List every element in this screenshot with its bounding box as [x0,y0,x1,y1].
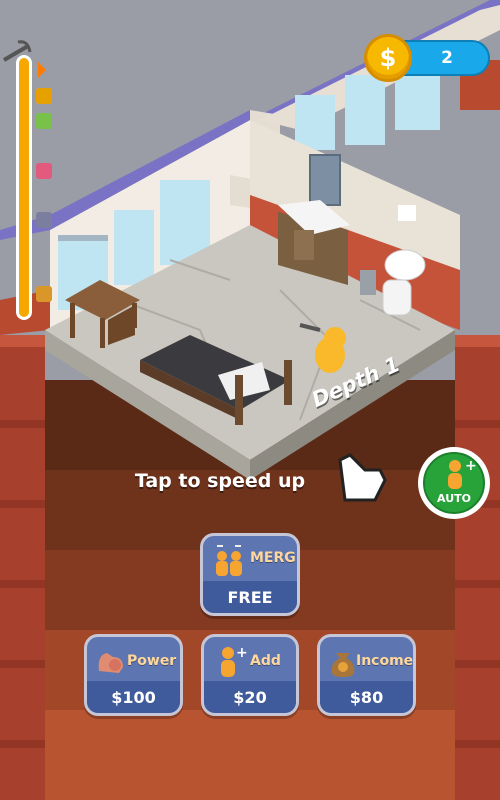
dirt-wall-left [0,335,45,800]
money-bag-icon [331,653,355,677]
coin-count: 2 [441,48,453,68]
income-label: Income [356,653,414,669]
add-worker-button[interactable]: + Add $20 [201,634,299,716]
svg-text:+: + [465,458,477,474]
add-worker-icon: + [448,458,477,489]
power-button[interactable]: Power $100 [84,634,183,716]
auto-button[interactable]: + AUTO [418,447,490,519]
power-label: Power [127,653,177,669]
merge-icon [216,545,242,576]
auto-button-label: AUTO [437,492,471,505]
merge-price: FREE [227,588,273,607]
coin-icon: $ [364,34,412,82]
income-button[interactable]: Income $80 [317,634,416,716]
add-worker-icon: + [221,645,248,677]
add-label: Add [250,653,281,669]
svg-text:+: + [236,645,248,661]
auto-button-inner: + AUTO [423,452,485,514]
dirt-wall-right [455,335,500,800]
merge-label: MERGE [250,550,300,566]
merge-button[interactable]: MERGE FREE [200,533,300,616]
add-price: $20 [233,688,267,707]
flexed-arm-icon [98,653,123,673]
power-price: $100 [111,688,156,707]
tap-to-speed-up-hint: Tap to speed up [134,470,306,492]
income-price: $80 [349,688,384,707]
